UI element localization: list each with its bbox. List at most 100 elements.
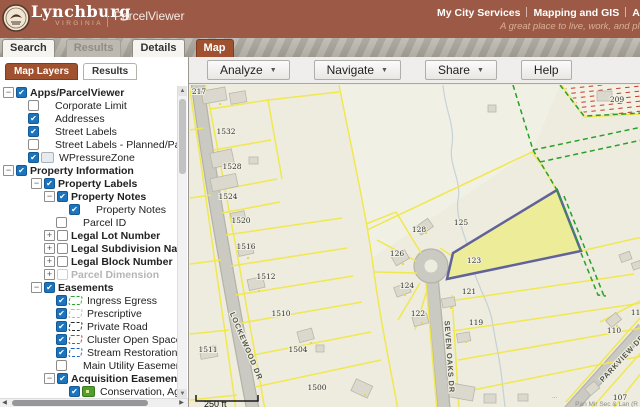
checkbox-prescriptive[interactable]: ✔ <box>56 308 67 319</box>
parcel-label-123: 123 <box>467 256 482 265</box>
checkbox-legal-block-number[interactable] <box>57 256 68 267</box>
checkbox-addresses[interactable]: ✔ <box>28 113 39 124</box>
horizontal-scroll-thumb[interactable] <box>12 400 148 406</box>
layer-row-conservation-agricu-23: ✔Conservation, Agricu▾ <box>0 385 177 398</box>
parcel-label-110: 110 <box>607 326 622 335</box>
vertical-scrollbar[interactable]: ▲ ▼ <box>177 86 187 399</box>
layer-label-main-utility-easement[interactable]: Main Utility Easement <box>83 360 177 372</box>
checkbox-main-utility-easement[interactable] <box>56 360 67 371</box>
parcel-label-122: 122 <box>411 309 426 318</box>
layer-label-cluster-open-space[interactable]: Cluster Open Space <box>87 334 177 346</box>
layer-label-property-information[interactable]: Property Information <box>30 165 134 177</box>
expand-icon[interactable]: + <box>44 230 55 241</box>
layer-label-legal-block-number[interactable]: Legal Block Number <box>71 256 173 268</box>
layer-label-legal-subdivision-name[interactable]: Legal Subdivision Name <box>71 243 177 255</box>
tab-details[interactable]: Details <box>132 39 184 57</box>
checkbox-stream-restoration[interactable]: ✔ <box>56 347 67 358</box>
layer-label-legal-lot-number[interactable]: Legal Lot Number <box>71 230 160 242</box>
layer-label-street-labels-planned-paper[interactable]: Street Labels - Planned/Paper <box>55 139 177 151</box>
sidebar-tab-map-layers[interactable]: Map Layers <box>5 63 78 80</box>
parcel-label-1528: 1528 <box>222 162 241 171</box>
analyze-button[interactable]: Analyze▼ <box>207 60 290 80</box>
checkbox-ingress-egress[interactable]: ✔ <box>56 295 67 306</box>
header-link-assessor-home[interactable]: Assessor Home <box>632 7 640 19</box>
vertical-scroll-thumb[interactable] <box>179 99 186 174</box>
scroll-right-icon[interactable]: ▶ <box>177 399 186 407</box>
layer-label-prescriptive[interactable]: Prescriptive <box>87 308 142 320</box>
checkbox-property-notes[interactable]: ✔ <box>69 204 80 215</box>
layer-label-acquisition-easements[interactable]: Acquisition Easements <box>71 373 177 385</box>
layer-label-apps-parcelviewer[interactable]: Apps/ParcelViewer <box>30 87 124 99</box>
map-attribution: Pan Mir Sec & Lan (R <box>575 401 638 407</box>
layer-label-wpressurezone[interactable]: WPressureZone <box>59 152 135 164</box>
layer-label-property-notes[interactable]: Property Notes <box>96 204 166 216</box>
help-label: Help <box>534 63 559 77</box>
checkbox-parcel-id[interactable] <box>56 217 67 228</box>
checkbox-property-notes[interactable]: ✔ <box>57 191 68 202</box>
map-canvas[interactable]: 2171532152815241520151615121510151115041… <box>189 84 640 407</box>
layer-row-parcel-dimension-14: +Parcel Dimension <box>0 268 177 281</box>
layer-row-parcel-id-10: Parcel ID <box>0 216 177 229</box>
layer-label-private-road[interactable]: Private Road <box>87 321 148 333</box>
tab-search[interactable]: Search <box>2 39 55 57</box>
parcel-label-124: 124 <box>400 281 415 290</box>
attribution-dots: ... <box>552 393 558 400</box>
layer-label-street-labels[interactable]: Street Labels <box>55 126 117 138</box>
help-button[interactable]: Help <box>521 60 572 80</box>
checkbox-easements[interactable]: ✔ <box>44 282 55 293</box>
layer-label-corporate-limit[interactable]: Corporate Limit <box>55 100 127 112</box>
checkbox-cluster-open-space[interactable]: ✔ <box>56 334 67 345</box>
parcel-label-1520: 1520 <box>231 216 250 225</box>
checkbox-wpressurezone[interactable]: ✔ <box>28 152 39 163</box>
dashed-red-swatch-icon <box>68 335 83 344</box>
collapse-icon[interactable]: − <box>3 165 14 176</box>
horizontal-scrollbar[interactable]: ◀ ▶ <box>0 398 188 407</box>
collapse-icon[interactable]: − <box>3 87 14 98</box>
checkbox-property-labels[interactable]: ✔ <box>44 178 55 189</box>
share-button[interactable]: Share▼ <box>425 60 497 80</box>
parcel-label-125: 125 <box>454 218 469 227</box>
collapse-icon[interactable]: − <box>44 373 55 384</box>
collapse-icon[interactable]: − <box>44 191 55 202</box>
header-link-mapping-and-gis[interactable]: Mapping and GIS <box>533 7 619 19</box>
expand-icon[interactable]: + <box>44 269 55 280</box>
checkbox-private-road[interactable]: ✔ <box>56 321 67 332</box>
checkbox-street-labels[interactable]: ✔ <box>28 126 39 137</box>
checkbox-corporate-limit[interactable] <box>28 100 39 111</box>
collapse-icon[interactable]: − <box>31 178 42 189</box>
tab-map[interactable]: Map <box>196 39 234 57</box>
checkbox-property-information[interactable]: ✔ <box>16 165 27 176</box>
navigate-label: Navigate <box>327 63 374 77</box>
sidebar-tab-results[interactable]: Results <box>83 63 137 80</box>
layer-row-property-notes-9: ✔ Property Notes <box>0 203 177 216</box>
expand-icon[interactable]: + <box>44 243 55 254</box>
checkbox-street-labels-planned-paper[interactable] <box>28 139 39 150</box>
layer-tree: −✔Apps/ParcelViewerCorporate Limit✔Addre… <box>0 86 177 399</box>
layer-row-cluster-open-space-19: ✔ Cluster Open Space <box>0 333 177 346</box>
layer-label-stream-restoration[interactable]: Stream Restoration <box>87 347 177 359</box>
header-link-my-city-services[interactable]: My City Services <box>437 7 520 19</box>
layer-label-parcel-id[interactable]: Parcel ID <box>83 217 126 229</box>
parcel-label-1510: 1510 <box>271 309 290 318</box>
layer-label-ingress-egress[interactable]: Ingress Egress <box>87 295 157 307</box>
layer-label-addresses[interactable]: Addresses <box>55 113 105 125</box>
scroll-up-icon[interactable]: ▲ <box>178 86 187 96</box>
checkbox-acquisition-easements[interactable]: ✔ <box>57 373 68 384</box>
checkbox-legal-subdivision-name[interactable] <box>57 243 68 254</box>
layer-row-prescriptive-17: ✔ Prescriptive <box>0 307 177 320</box>
layer-label-conservation-agricu[interactable]: Conservation, Agricu <box>100 386 177 398</box>
navigate-button[interactable]: Navigate▼ <box>314 60 401 80</box>
checkbox-apps-parcelviewer[interactable]: ✔ <box>16 87 27 98</box>
layer-label-property-notes[interactable]: Property Notes <box>71 191 146 203</box>
checkbox-legal-lot-number[interactable] <box>57 230 68 241</box>
scroll-left-icon[interactable]: ◀ <box>0 399 9 407</box>
map-graphics: 2171532152815241520151615121510151115041… <box>190 85 640 407</box>
expand-icon[interactable]: + <box>44 256 55 267</box>
checkbox-parcel-dimension <box>57 269 68 280</box>
layer-label-easements[interactable]: Easements <box>58 282 113 294</box>
layer-row-private-road-18: ✔ Private Road <box>0 320 177 333</box>
collapse-icon[interactable]: − <box>31 282 42 293</box>
parcel-label-1504: 1504 <box>288 345 307 354</box>
layer-label-property-labels[interactable]: Property Labels <box>58 178 137 190</box>
checkbox-conservation-agricu[interactable]: ✔ <box>69 386 80 397</box>
